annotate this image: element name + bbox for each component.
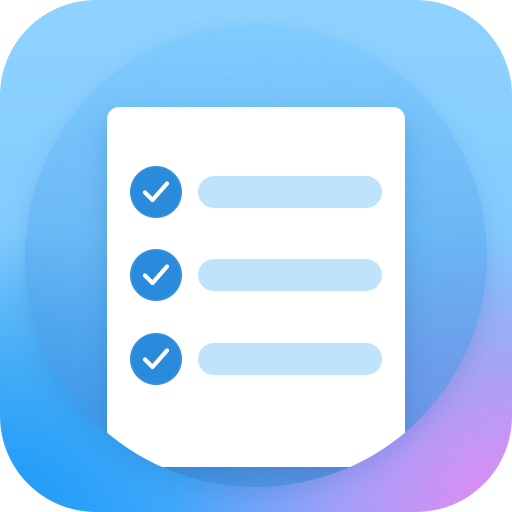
checkmark-icon [142, 181, 170, 203]
checklist-row-3 [130, 333, 382, 385]
check-icon [130, 166, 182, 218]
check-icon [130, 333, 182, 385]
checklist-row-2 [130, 249, 382, 301]
checkmark-icon [142, 348, 170, 370]
text-placeholder-line [198, 176, 382, 208]
checkmark-icon [142, 264, 170, 286]
checklist-app-icon [0, 0, 512, 512]
text-placeholder-line [198, 259, 382, 291]
text-placeholder-line [198, 343, 382, 375]
checklist-row-1 [130, 166, 382, 218]
check-icon [130, 249, 182, 301]
